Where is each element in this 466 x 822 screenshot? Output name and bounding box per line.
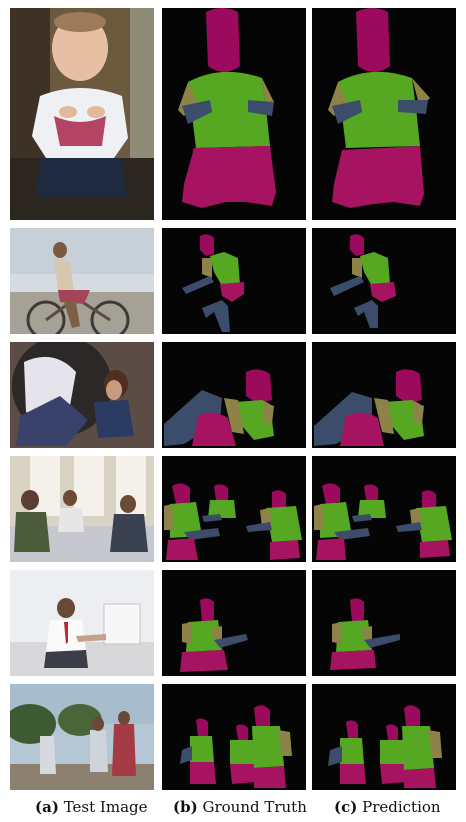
test-image-row6	[10, 684, 154, 790]
test-image-row2	[10, 228, 154, 334]
prediction-row5	[312, 570, 456, 676]
prediction-row6	[312, 684, 456, 790]
prediction-row3	[312, 342, 456, 448]
test-image-row4	[10, 456, 154, 562]
test-image-row5	[10, 570, 154, 676]
prediction-row2	[312, 228, 456, 334]
ground-truth-row5	[162, 570, 306, 676]
ground-truth-row4	[162, 456, 306, 562]
ground-truth-row2	[162, 228, 306, 334]
caption-ground-truth: (b) Ground Truth	[173, 798, 307, 816]
prediction-row4	[312, 456, 456, 562]
prediction-row1	[312, 8, 456, 220]
ground-truth-row1	[162, 8, 306, 220]
test-image-row3	[10, 342, 154, 448]
caption-prediction: (c) Prediction	[334, 798, 441, 816]
test-image-row1	[10, 8, 154, 220]
ground-truth-row6	[162, 684, 306, 790]
caption-test-image: (a) Test Image	[35, 798, 148, 816]
ground-truth-row3	[162, 342, 306, 448]
